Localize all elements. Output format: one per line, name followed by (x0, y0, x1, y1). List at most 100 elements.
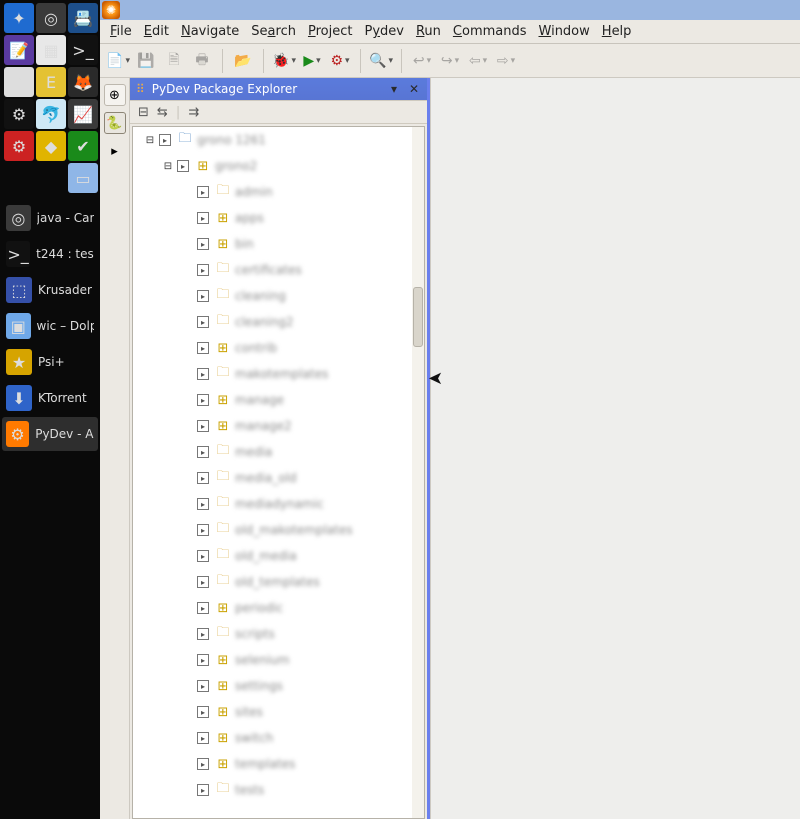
menu-file[interactable]: File (110, 24, 132, 39)
tree-item[interactable]: ▸🗀old_makotemplates (133, 517, 424, 543)
nav-forward-button[interactable]: ⇨ (494, 49, 518, 73)
tree-item[interactable]: ▸🗀certificates (133, 257, 424, 283)
menu-edit[interactable]: Edit (144, 24, 169, 39)
scrollbar-thumb[interactable] (413, 287, 423, 347)
debug-button[interactable]: 🐞 (272, 49, 296, 73)
menu-pydev[interactable]: Pydev (364, 24, 404, 39)
tree-item[interactable]: ▸⊞manage2 (133, 413, 424, 439)
launcher-kwrite[interactable]: ✎ (4, 67, 34, 97)
pydev-perspective-button[interactable]: 🐍 (104, 112, 126, 134)
tree-item[interactable]: ▸⊞settings (133, 673, 424, 699)
open-perspective-button[interactable]: ⊕ (104, 84, 126, 106)
tree-item-label: scripts (235, 627, 275, 641)
tree-item[interactable]: ▸⊞templates (133, 751, 424, 777)
tree-item[interactable]: ▸⊞apps (133, 205, 424, 231)
nav-back-button[interactable]: ⇦ (466, 49, 490, 73)
launcher-calc[interactable]: ▦ (36, 35, 66, 65)
folder-icon: 🗀 (215, 444, 231, 460)
tree-item[interactable]: ▸🗀mediadynamic (133, 491, 424, 517)
open-resource-button[interactable]: 📂 (231, 49, 255, 73)
tree-item[interactable]: ▸⊞sites (133, 699, 424, 725)
launcher-check[interactable]: ✔ (68, 131, 98, 161)
tree-twist-icon[interactable]: ⊟ (163, 161, 173, 172)
task-icon: ◎ (6, 205, 31, 231)
view-filter-button[interactable]: ⇉ (188, 105, 199, 120)
launcher-chrome[interactable]: ◎ (36, 3, 66, 33)
tree-item[interactable]: ▸⊞manage (133, 387, 424, 413)
external-tools-button[interactable]: ⚙ (328, 49, 352, 73)
launcher-konsole[interactable]: >_ (68, 35, 98, 65)
launcher-eric[interactable]: E (36, 67, 66, 97)
tree-item[interactable]: ⊟▸🗀grono 1261 (133, 127, 424, 153)
tree-twist-icon[interactable]: ⊟ (145, 135, 155, 146)
task-dolphin-wic[interactable]: ▣wic – Dolp (2, 309, 98, 343)
tree-item[interactable]: ▸🗀old_media (133, 543, 424, 569)
vcs-badge-icon: ▸ (197, 238, 209, 250)
tree-item[interactable]: ▸🗀tests (133, 777, 424, 803)
editor-area[interactable] (430, 78, 800, 819)
task-ktorrent[interactable]: ⬇KTorrent (2, 381, 98, 415)
menu-help[interactable]: Help (602, 24, 632, 39)
launcher-star[interactable]: ◆ (36, 131, 66, 161)
new-button[interactable]: 📄 (106, 49, 130, 73)
tree-item[interactable]: ▸⊞bin (133, 231, 424, 257)
launcher-kate[interactable]: 📝 (4, 35, 34, 65)
view-grip-icon: ⠿ (136, 82, 146, 96)
package-tree[interactable]: ⊟▸🗀grono 1261⊟▸⊞grono2▸🗀admin▸⊞apps▸⊞bin… (132, 126, 425, 819)
launcher-settings-gear[interactable]: ⚙ (4, 99, 34, 129)
launcher-settings-red[interactable]: ⚙ (4, 131, 34, 161)
view-header[interactable]: ⠿ PyDev Package Explorer ▾ ✕ (130, 78, 427, 100)
launcher-folder-light[interactable]: ▭ (68, 163, 98, 193)
tree-item[interactable]: ▸🗀cleaning2 (133, 309, 424, 335)
tree-item[interactable]: ▸⊞periodic (133, 595, 424, 621)
menu-commands[interactable]: Commands (453, 24, 527, 39)
launcher-stats[interactable]: 📈 (68, 99, 98, 129)
tree-scrollbar[interactable] (412, 127, 424, 818)
link-editor-button[interactable]: ⇆ (157, 105, 168, 120)
menu-project[interactable]: Project (308, 24, 353, 39)
tree-item[interactable]: ⊟▸⊞grono2 (133, 153, 424, 179)
search-button[interactable]: 🔍 (369, 49, 393, 73)
task-icon: ▣ (6, 313, 31, 339)
tree-item[interactable]: ▸🗀old_templates (133, 569, 424, 595)
view-menu-button[interactable]: ▾ (387, 82, 401, 96)
tree-item[interactable]: ▸⊞selenium (133, 647, 424, 673)
nav-annotation-button[interactable]: ↪ (438, 49, 462, 73)
tree-item[interactable]: ▸⊞switch (133, 725, 424, 751)
launcher-kde-kmenu[interactable]: ✦ (4, 3, 34, 33)
task-pydev[interactable]: ⚙PyDev - Ap (2, 417, 98, 451)
tree-item[interactable]: ▸⊞contrib (133, 335, 424, 361)
package-explorer-view: ⠿ PyDev Package Explorer ▾ ✕ ⊟ ⇆ | ⇉ ⊟▸🗀… (130, 78, 430, 819)
print-button[interactable]: 🖶 (190, 49, 214, 73)
menu-window[interactable]: Window (539, 24, 590, 39)
tree-item-label: media (235, 445, 272, 459)
folder-icon: 🗀 (215, 366, 231, 382)
tree-item-label: mediadynamic (235, 497, 324, 511)
tree-item[interactable]: ▸🗀media_old (133, 465, 424, 491)
tree-item[interactable]: ▸🗀makotemplates (133, 361, 424, 387)
launcher-firefox[interactable]: 🦊 (68, 67, 98, 97)
fast-view-button[interactable]: ▸ (104, 140, 126, 162)
menu-search[interactable]: Search (251, 24, 296, 39)
task-icon: >_ (6, 241, 30, 267)
tree-item[interactable]: ▸🗀media (133, 439, 424, 465)
collapse-all-button[interactable]: ⊟ (138, 105, 149, 120)
task-psi[interactable]: ★Psi+ (2, 345, 98, 379)
launcher-mysql-workbench[interactable]: 🐬 (36, 99, 66, 129)
tree-item[interactable]: ▸🗀cleaning (133, 283, 424, 309)
save-button[interactable]: 💾 (134, 49, 158, 73)
menu-run[interactable]: Run (416, 24, 441, 39)
save-all-button[interactable]: 🗎 (162, 49, 186, 73)
task-konsole-t244[interactable]: >_t244 : test (2, 237, 98, 271)
folder-icon: 🗀 (215, 288, 231, 304)
task-krusader[interactable]: ⬚Krusader (2, 273, 98, 307)
tree-item[interactable]: ▸🗀scripts (133, 621, 424, 647)
run-button[interactable]: ▶ (300, 49, 324, 73)
view-close-button[interactable]: ✕ (407, 82, 421, 96)
task-label: PyDev - Ap (35, 427, 94, 441)
launcher-kontact[interactable]: 📇 (68, 3, 98, 33)
task-chrome-java[interactable]: ◎java - Can (2, 201, 98, 235)
nav-last-edit-button[interactable]: ↩ (410, 49, 434, 73)
menu-navigate[interactable]: Navigate (181, 24, 239, 39)
tree-item[interactable]: ▸🗀admin (133, 179, 424, 205)
